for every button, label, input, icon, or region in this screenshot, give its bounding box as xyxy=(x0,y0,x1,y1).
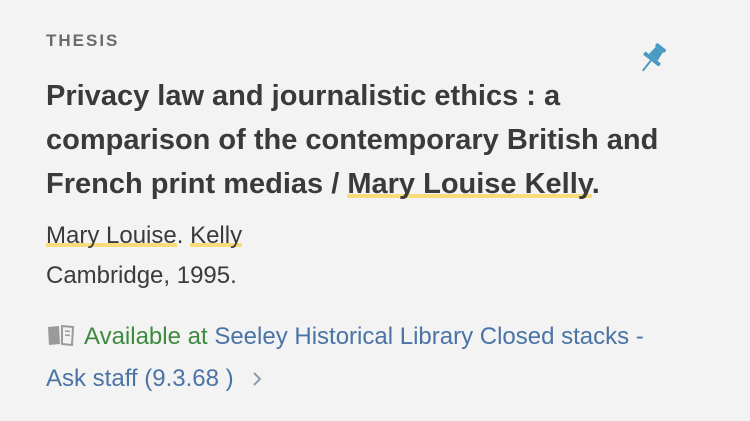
title-author-link[interactable]: Mary Louise Kelly xyxy=(347,168,592,200)
record-title[interactable]: Privacy law and journalistic ethics : a … xyxy=(46,74,716,206)
availability-line[interactable]: Available at Seeley Historical Library C… xyxy=(46,316,686,400)
author-last-link[interactable]: Kelly xyxy=(190,222,243,249)
title-end: . xyxy=(591,168,600,200)
pushpin-icon[interactable] xyxy=(633,40,671,78)
publication-info: Cambridge, 1995. xyxy=(46,262,237,289)
search-result-card[interactable]: THESIS Privacy law and journalistic ethi… xyxy=(0,0,750,421)
availability-status: Available at xyxy=(84,323,215,350)
book-icon xyxy=(48,324,75,346)
chevron-right-icon[interactable] xyxy=(250,370,264,388)
author-separator: . xyxy=(176,222,191,249)
author-first-link[interactable]: Mary Louise xyxy=(46,222,177,249)
resource-type-label: THESIS xyxy=(46,31,120,50)
author-line: Mary Louise. Kelly xyxy=(46,219,243,253)
